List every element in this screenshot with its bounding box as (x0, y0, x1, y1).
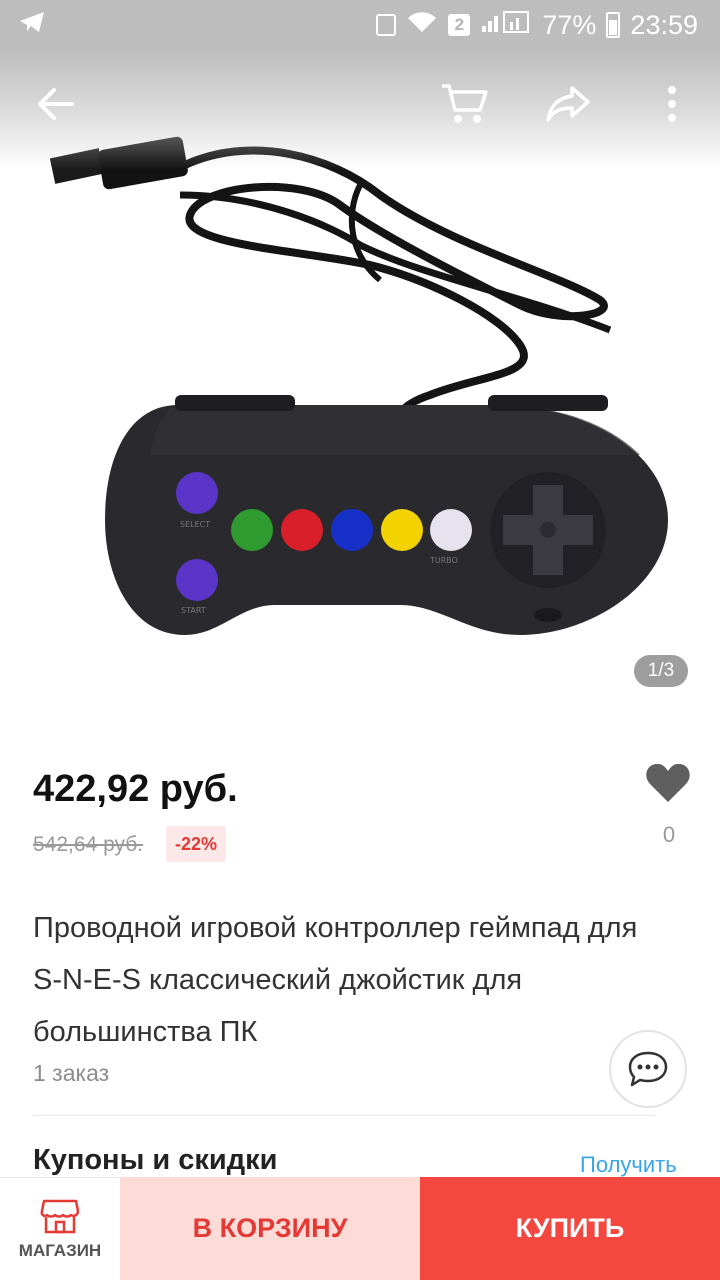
store-label: МАГАЗИН (18, 1241, 102, 1260)
gallery-pager: 1/3 (634, 655, 688, 687)
store-icon (40, 1199, 80, 1234)
divider (33, 1115, 655, 1116)
old-price: 542,64 руб. (33, 833, 144, 856)
select-label: SELECT (180, 520, 210, 529)
chat-icon (628, 1051, 668, 1087)
bottom-action-bar: МАГАЗИН В КОРЗИНУ КУПИТЬ (0, 1177, 720, 1280)
sd-card-icon (376, 14, 397, 36)
buy-now-button[interactable]: КУПИТЬ (420, 1177, 720, 1280)
app-bar (0, 64, 720, 144)
battery-percent: 77% (542, 9, 597, 40)
coupons-heading: Купоны и скидки (33, 1144, 278, 1176)
status-bar: 2 77% 23:59 (0, 0, 720, 50)
turbo-label: TURBO (429, 556, 458, 565)
telegram-icon (18, 10, 46, 41)
orders-count: 1 заказ (33, 1060, 110, 1086)
add-to-cart-button[interactable]: В КОРЗИНУ (120, 1177, 420, 1280)
wifi-icon (406, 10, 438, 41)
share-icon[interactable] (540, 76, 596, 132)
more-options-icon[interactable] (644, 76, 700, 132)
get-coupons-link[interactable]: Получить (580, 1152, 677, 1178)
product-title: Проводной игровой контроллер геймпад для… (33, 912, 638, 1048)
discount-badge: -22% (166, 826, 227, 862)
chat-button[interactable] (609, 1030, 687, 1108)
wishlist-count: 0 (662, 822, 676, 847)
battery-icon (606, 12, 621, 38)
heart-icon (646, 763, 690, 802)
cart-icon[interactable] (436, 76, 492, 132)
clock: 23:59 (630, 9, 698, 40)
price: 422,92 руб. (33, 768, 238, 810)
start-label: START (181, 606, 206, 615)
wishlist-button[interactable] (644, 762, 692, 810)
sim-badge: 2 (448, 14, 471, 36)
signal-icon (480, 10, 532, 41)
store-button[interactable]: МАГАЗИН (0, 1177, 120, 1280)
back-icon[interactable] (28, 76, 84, 132)
